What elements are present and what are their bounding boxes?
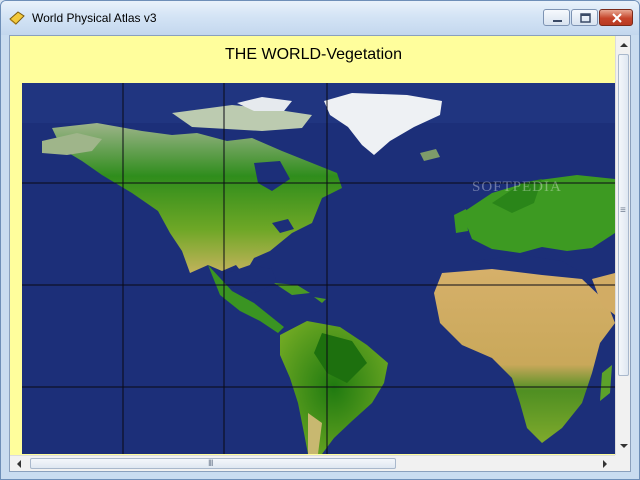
app-window: World Physical Atlas v3 THE WORLD-Vegeta… <box>0 0 640 480</box>
horizontal-scrollbar[interactable]: III <box>10 455 615 471</box>
scroll-up-icon[interactable] <box>617 38 631 52</box>
watermark: SOFTPEDIA <box>472 179 562 195</box>
map-title: THE WORLD-Vegetation <box>225 46 402 63</box>
close-button[interactable] <box>599 9 633 26</box>
horizontal-scroll-thumb[interactable]: III <box>30 458 396 469</box>
horizontal-grip: III <box>208 458 213 468</box>
window-title: World Physical Atlas v3 <box>32 11 157 25</box>
close-icon <box>612 13 622 23</box>
scroll-right-icon[interactable] <box>598 457 612 471</box>
scrollbar-corner <box>615 455 630 471</box>
atlas-icon <box>9 11 25 25</box>
title-bar[interactable]: World Physical Atlas v3 <box>1 1 639 35</box>
minimize-button[interactable] <box>543 9 570 26</box>
scroll-down-icon[interactable] <box>617 439 631 453</box>
minimize-icon <box>553 20 562 22</box>
vertical-grip: ≡ <box>620 205 626 216</box>
vertical-scroll-thumb[interactable]: ≡ <box>618 54 629 376</box>
maximize-icon <box>580 13 591 23</box>
scroll-left-icon[interactable] <box>12 457 26 471</box>
client-area: THE WORLD-Vegetation SOFTPEDIA ≡ III <box>9 35 631 472</box>
maximize-button[interactable] <box>571 9 598 26</box>
vertical-scrollbar[interactable]: ≡ <box>615 36 631 455</box>
world-map[interactable]: SOFTPEDIA <box>22 83 615 454</box>
